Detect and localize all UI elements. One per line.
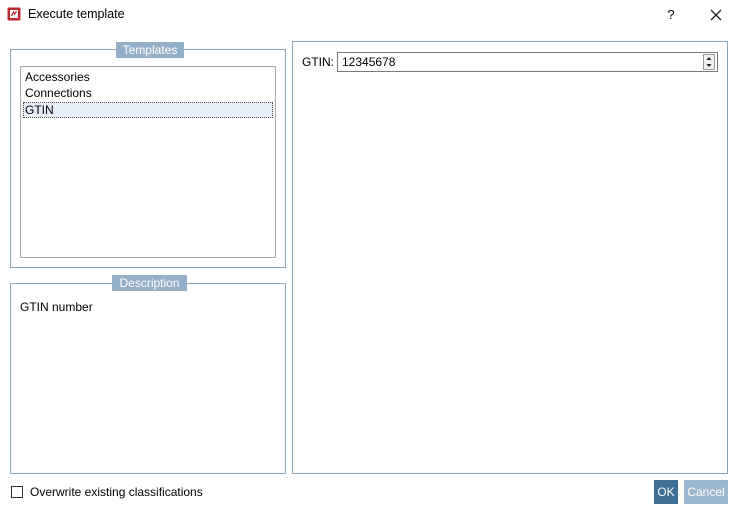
template-item-connections[interactable]: Connections xyxy=(23,85,273,101)
description-text: GTIN number xyxy=(20,300,93,314)
template-parameters-panel xyxy=(292,41,728,474)
description-group-label: Description xyxy=(112,275,187,291)
templates-list[interactable]: Accessories Connections GTIN xyxy=(20,66,276,258)
gtin-input[interactable]: 12345678 xyxy=(337,52,718,72)
gtin-value: 12345678 xyxy=(342,55,396,69)
cancel-button[interactable]: Cancel xyxy=(684,480,728,504)
templates-group-label: Templates xyxy=(116,42,184,58)
help-button[interactable]: ? xyxy=(660,4,682,26)
ok-button[interactable]: OK xyxy=(654,480,678,504)
close-icon[interactable] xyxy=(704,4,728,26)
template-item-gtin[interactable]: GTIN xyxy=(23,102,273,118)
gtin-spinner[interactable] xyxy=(703,54,715,70)
window-title: Execute template xyxy=(28,7,125,21)
title-bar: Execute template ? xyxy=(0,0,738,30)
gtin-label: GTIN: xyxy=(302,55,334,69)
spin-up-icon[interactable] xyxy=(704,55,714,62)
overwrite-checkbox-label[interactable]: Overwrite existing classifications xyxy=(30,485,203,499)
template-item-accessories[interactable]: Accessories xyxy=(23,69,273,85)
app-icon xyxy=(7,7,21,21)
spin-down-icon[interactable] xyxy=(704,62,714,69)
overwrite-checkbox[interactable] xyxy=(11,486,23,498)
